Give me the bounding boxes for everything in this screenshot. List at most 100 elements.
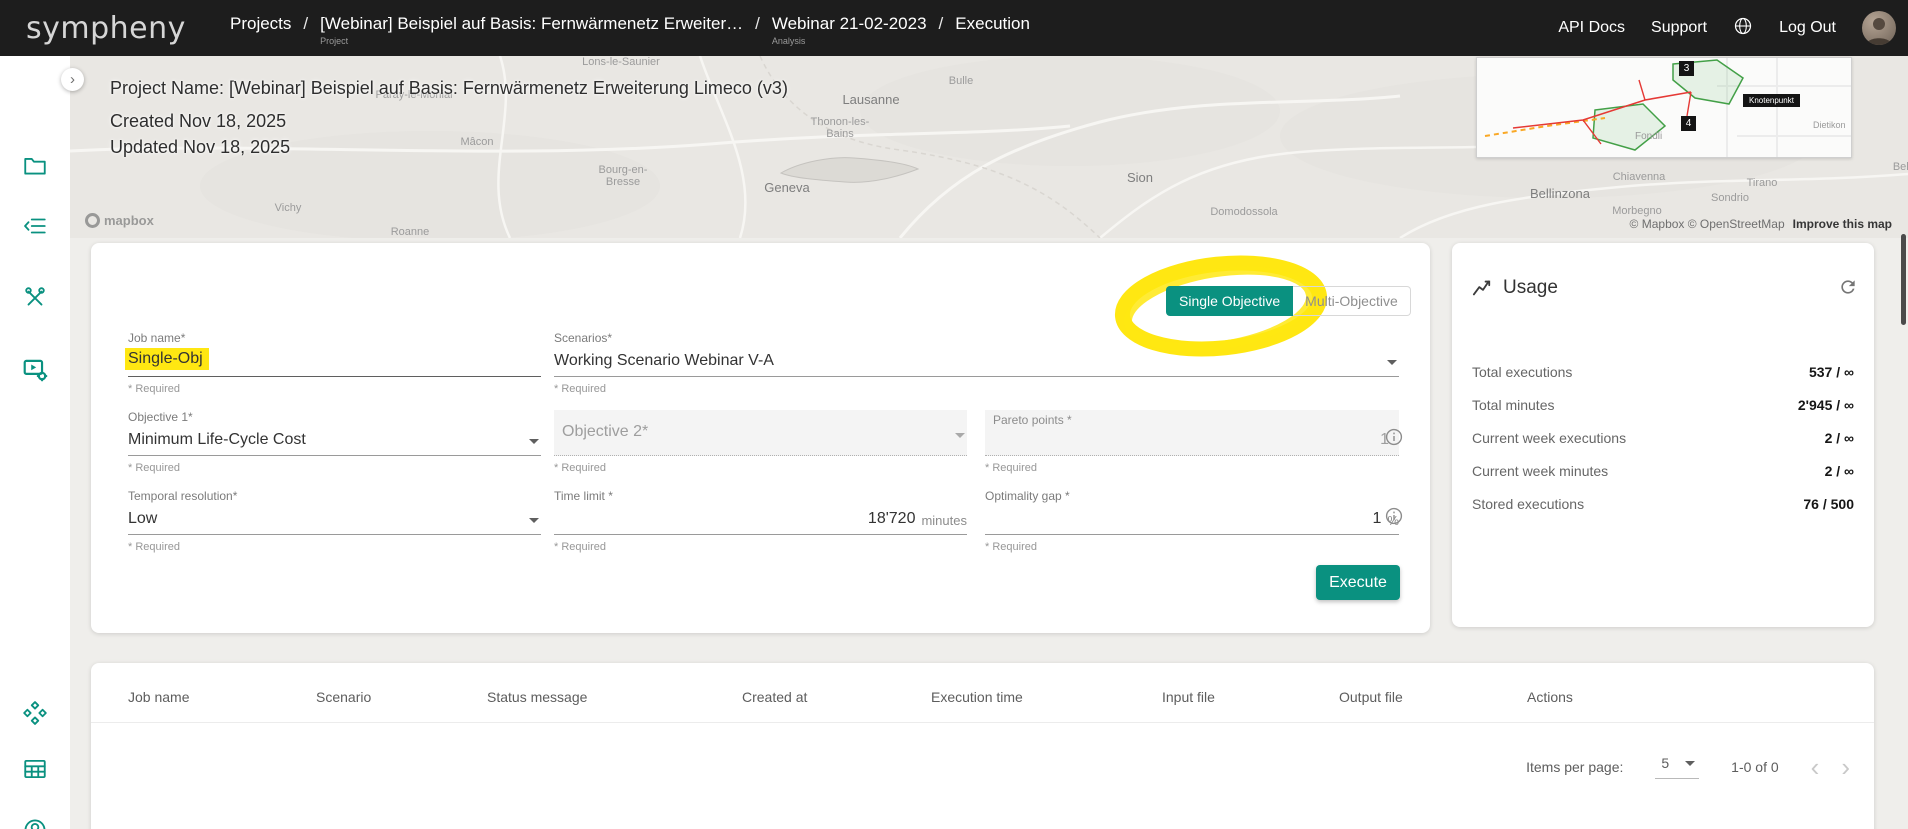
usage-row: Current week executions 2 / ∞ xyxy=(1452,421,1874,454)
items-per-page-select[interactable]: 5 xyxy=(1655,755,1699,779)
usage-title: Usage xyxy=(1472,277,1558,299)
job-name-value[interactable]: Single-Obj xyxy=(125,348,209,370)
inset-dietikon-label: Dietikon xyxy=(1813,120,1846,130)
breadcrumb-analysis-type: Analysis xyxy=(772,36,927,46)
time-limit-suffix: minutes xyxy=(921,513,967,528)
chevron-down-icon xyxy=(955,433,965,438)
technologies-icon[interactable] xyxy=(22,284,48,310)
required-hint: * Required xyxy=(554,541,967,553)
topbar-right: API Docs Support Log Out xyxy=(1558,11,1908,45)
sidebar-expand-button[interactable]: › xyxy=(61,68,84,91)
multi-objective-button[interactable]: Multi-Objective xyxy=(1293,286,1411,316)
globe-icon[interactable] xyxy=(1733,16,1753,41)
execute-button[interactable]: Execute xyxy=(1316,565,1400,600)
network-nodes-icon[interactable] xyxy=(22,700,48,726)
api-docs-link[interactable]: API Docs xyxy=(1558,19,1625,37)
required-hint: * Required xyxy=(128,462,541,474)
time-limit-label: Time limit * xyxy=(554,489,967,505)
breadcrumb-projects[interactable]: Projects xyxy=(230,14,291,34)
required-hint: * Required xyxy=(985,462,1399,474)
support-link[interactable]: Support xyxy=(1651,19,1707,37)
projects-folder-icon[interactable] xyxy=(22,153,48,179)
required-hint: * Required xyxy=(985,541,1399,553)
optimality-gap-field: Optimality gap * 1 % * Required xyxy=(985,489,1399,553)
map-city-label: Bell xyxy=(1893,161,1908,173)
objective1-label: Objective 1* xyxy=(128,410,541,426)
time-limit-value[interactable]: 18'720 xyxy=(868,510,916,528)
logout-link[interactable]: Log Out xyxy=(1779,19,1836,37)
map-city-label: Bulle xyxy=(949,75,973,87)
single-objective-button[interactable]: Single Objective xyxy=(1166,286,1293,316)
required-hint: * Required xyxy=(128,541,541,553)
paginator-range: 1-0 of 0 xyxy=(1731,759,1778,775)
scenarios-list-icon[interactable] xyxy=(22,213,48,239)
map-city-label: Domodossola xyxy=(1210,206,1277,218)
scenarios-select[interactable]: Working Scenario Webinar V-A xyxy=(554,347,1399,377)
temporal-resolution-select[interactable]: Low xyxy=(128,505,541,535)
inset-marker-3[interactable]: 3 xyxy=(1679,61,1694,76)
mapbox-logo[interactable]: mapbox xyxy=(85,213,154,228)
jobs-table-header: Job name Scenario Status message Created… xyxy=(91,671,1874,723)
time-limit-field: Time limit * 18'720 minutes * Required xyxy=(554,489,967,553)
optimality-gap-value[interactable]: 1 xyxy=(1373,510,1382,528)
col-created-at: Created at xyxy=(742,689,931,705)
map-city-label: Morbegno xyxy=(1612,205,1662,217)
job-name-input[interactable]: Single-Obj xyxy=(128,347,541,377)
time-limit-input[interactable]: 18'720 minutes xyxy=(554,505,967,535)
scenarios-label: Scenarios* xyxy=(554,331,1399,347)
refresh-icon[interactable] xyxy=(1838,277,1858,297)
app-logo[interactable]: sympheny xyxy=(26,11,186,46)
objective1-select[interactable]: Minimum Life-Cycle Cost xyxy=(128,426,541,456)
usage-row: Total minutes 2'945 / ∞ xyxy=(1452,388,1874,421)
map[interactable]: Lons-le-Saunier Bulle Lausanne Thonon-le… xyxy=(70,56,1908,238)
objective1-value: Minimum Life-Cycle Cost xyxy=(128,431,306,449)
map-city-label: Bourg-en-Bresse xyxy=(589,164,657,188)
breadcrumb-execution[interactable]: Execution xyxy=(955,14,1030,34)
required-hint: * Required xyxy=(554,383,1399,395)
lake-geneva xyxy=(781,158,918,183)
jobs-table-card: Job name Scenario Status message Created… xyxy=(91,663,1874,829)
map-inset[interactable]: 3 4 Knotenpunkt Fondli Dietikon xyxy=(1476,57,1852,158)
avatar[interactable] xyxy=(1862,11,1896,45)
chevron-down-icon[interactable] xyxy=(529,518,539,523)
inset-marker-4[interactable]: 4 xyxy=(1681,116,1696,131)
attribution-text[interactable]: © Mapbox © OpenStreetMap xyxy=(1630,217,1785,231)
breadcrumb-analysis[interactable]: Webinar 21-02-2023 Analysis xyxy=(772,14,927,46)
scenarios-value: Working Scenario Webinar V-A xyxy=(554,352,774,370)
table-grid-icon[interactable] xyxy=(22,756,48,782)
account-icon[interactable] xyxy=(22,817,48,829)
temporal-resolution-label: Temporal resolution* xyxy=(128,489,541,505)
map-city-label: Chiavenna xyxy=(1613,171,1666,183)
execution-form-card: Single Objective Multi-Objective Job nam… xyxy=(91,243,1430,633)
chevron-down-icon[interactable] xyxy=(529,439,539,444)
map-city-label: Thonon-les-Bains xyxy=(806,116,874,140)
items-per-page-label: Items per page: xyxy=(1526,759,1623,775)
col-execution-time: Execution time xyxy=(931,689,1162,705)
improve-map-link[interactable]: Improve this map xyxy=(1793,217,1892,231)
activity-chart-icon xyxy=(1472,277,1494,299)
map-city-label: Sondrio xyxy=(1711,192,1749,204)
breadcrumb-separator: / xyxy=(303,14,308,34)
scrollbar-thumb[interactable] xyxy=(1901,234,1906,325)
objective-mode-toggle: Single Objective Multi-Objective xyxy=(1166,286,1411,316)
next-page-icon[interactable]: › xyxy=(1841,754,1850,780)
col-actions: Actions xyxy=(1527,689,1874,705)
col-input-file: Input file xyxy=(1162,689,1339,705)
pareto-info-icon[interactable] xyxy=(1385,428,1403,446)
breadcrumb: Projects / [Webinar] Beispiel auf Basis:… xyxy=(230,0,1030,56)
mapbox-logo-icon xyxy=(85,213,100,228)
optimality-info-icon[interactable] xyxy=(1385,507,1403,525)
map-city-label: Bellinzona xyxy=(1530,186,1590,201)
previous-page-icon[interactable]: ‹ xyxy=(1811,754,1820,780)
execution-icon[interactable] xyxy=(22,356,48,382)
pareto-points-field: Pareto points * 1 * Required xyxy=(985,410,1399,474)
breadcrumb-project[interactable]: [Webinar] Beispiel auf Basis: Fernwärmen… xyxy=(320,14,743,46)
sidebar xyxy=(0,56,70,829)
map-city-label: Sion xyxy=(1127,170,1153,185)
optimality-gap-input[interactable]: 1 % xyxy=(985,505,1399,535)
chevron-down-icon[interactable] xyxy=(1387,360,1397,365)
objective2-placeholder: Objective 2* xyxy=(562,423,648,441)
inset-knotenpunkt-label: Knotenpunkt xyxy=(1743,94,1800,107)
job-name-field: Job name* Single-Obj * Required xyxy=(128,331,541,395)
required-hint: * Required xyxy=(554,462,967,474)
